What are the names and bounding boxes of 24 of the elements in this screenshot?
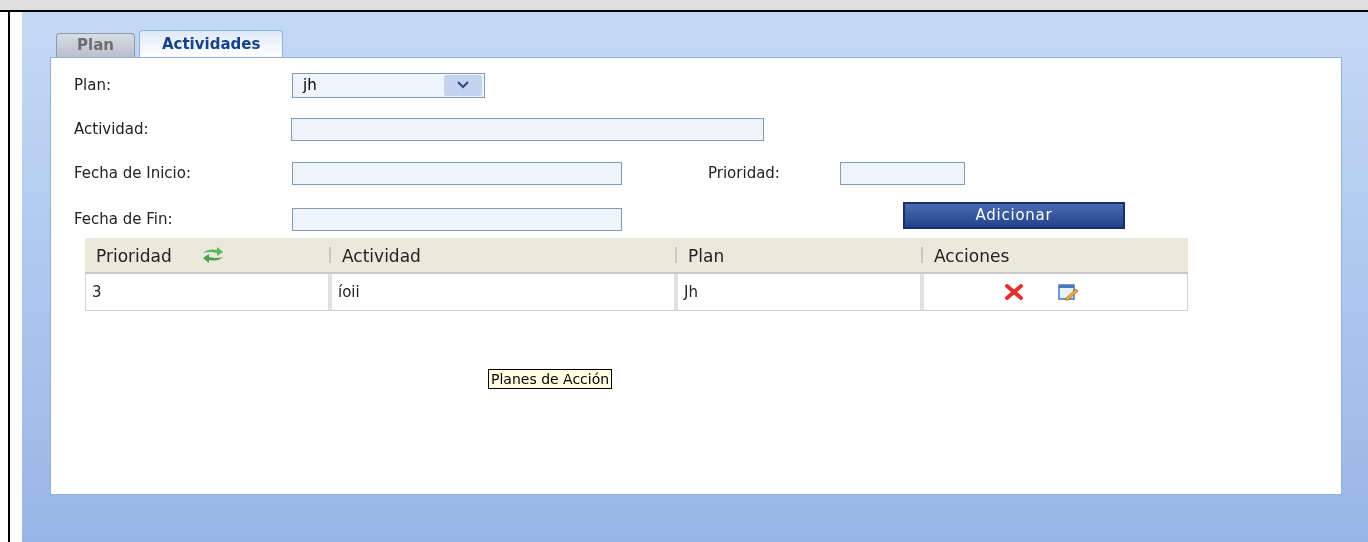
tooltip: Planes de Acción [488, 369, 613, 389]
column-header: Prioridad [95, 245, 172, 269]
table-cell-text: 3 [92, 281, 102, 303]
column-header: Plan [687, 245, 725, 269]
dropdown-value: jh [301, 74, 318, 96]
chevron-down-icon [444, 74, 482, 96]
table-cell-text: íoii [338, 281, 360, 303]
plan-dropdown[interactable]: jh [292, 72, 485, 98]
field-label: Fecha de Fin: [74, 208, 174, 230]
column-header: Acciones [933, 245, 1010, 269]
prioridad-field[interactable] [840, 161, 965, 185]
tab[interactable]: Actividades [138, 30, 284, 57]
field-label: Prioridad: [708, 162, 781, 184]
table-cell-text: Jh [684, 281, 698, 303]
field-label: Fecha de Inicio: [74, 162, 192, 184]
add-button[interactable]: Adicionar [903, 201, 1125, 229]
delete-icon[interactable] [1003, 283, 1024, 301]
edit-icon[interactable] [1057, 283, 1078, 301]
column-header: Actividad [341, 245, 421, 269]
field-label: Actividad: [74, 118, 150, 140]
fecha-fin-field[interactable] [292, 207, 622, 231]
actividad-field[interactable] [291, 117, 764, 141]
field-label: Plan: [74, 74, 112, 96]
fecha-inicio-field[interactable] [292, 161, 622, 185]
